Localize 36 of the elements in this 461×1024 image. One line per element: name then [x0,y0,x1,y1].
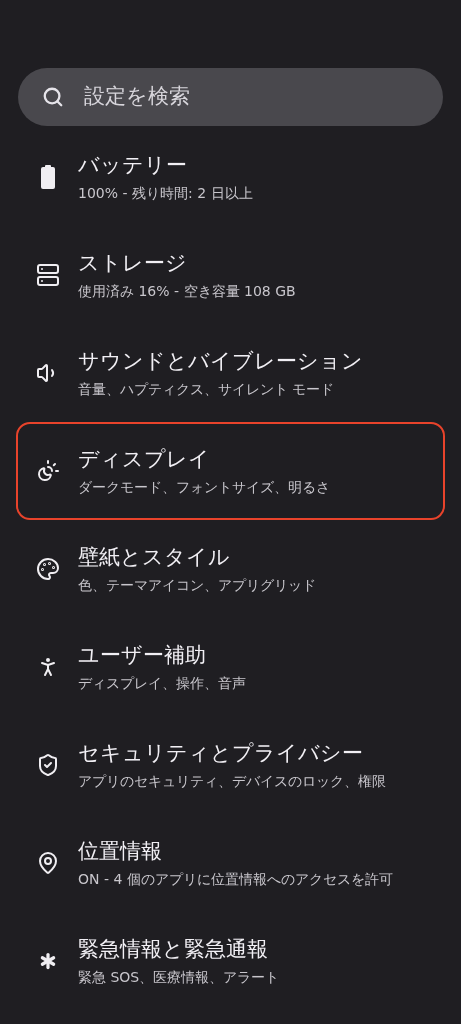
item-title: 壁紙とスタイル [78,544,231,571]
settings-item[interactable]: ストレージ 使用済み 16% - 空き容量 108 GB [16,226,445,324]
item-title: バッテリー [78,152,188,179]
item-subtitle: 音量、ハプティクス、サイレント モード [78,380,336,399]
storage-icon [36,263,60,287]
settings-item[interactable]: ユーザー補助 ディスプレイ、操作、音声 [16,618,445,716]
settings-item[interactable]: 位置情報 ON - 4 個のアプリに位置情報へのアクセスを許可 [16,814,445,912]
item-title: セキュリティとプライバシー [78,740,364,767]
item-subtitle: 緊急 SOS、医療情報、アラート [78,968,280,987]
settings-item[interactable]: セキュリティとプライバシー アプリのセキュリティ、デバイスのロック、権限 [16,716,445,814]
item-title: ユーザー補助 [78,642,207,669]
item-subtitle: ON - 4 個のアプリに位置情報へのアクセスを許可 [78,870,393,889]
item-subtitle: アプリのセキュリティ、デバイスのロック、権限 [78,772,386,791]
settings-item[interactable]: バッテリー 100% - 残り時間: 2 日以上 [16,128,445,226]
battery-icon [41,165,55,189]
search-field[interactable]: 設定を検索 [18,68,443,126]
settings-item[interactable]: 緊急情報と緊急通報 緊急 SOS、医療情報、アラート [16,912,445,1010]
item-title: ディスプレイ [78,446,211,473]
search-input[interactable]: 設定を検索 [84,81,384,113]
item-subtitle: 100% - 残り時間: 2 日以上 [78,184,253,203]
settings-item[interactable]: ディスプレイ ダークモード、フォントサイズ、明るさ [16,422,445,520]
item-title: 位置情報 [78,838,163,865]
palette-icon [36,557,60,581]
shield-check-icon [36,753,60,777]
item-title: 緊急情報と緊急通報 [78,936,269,963]
search-icon [42,86,64,108]
item-subtitle: ディスプレイ、操作、音声 [78,674,246,693]
item-title: ストレージ [78,250,188,277]
item-subtitle: ダークモード、フォントサイズ、明るさ [78,478,330,497]
item-subtitle: 使用済み 16% - 空き容量 108 GB [78,282,296,301]
settings-item[interactable]: 壁紙とスタイル 色、テーマアイコン、アプリグリッド [16,520,445,618]
settings-item[interactable]: サウンドとバイブレーション 音量、ハプティクス、サイレント モード [16,324,445,422]
item-title: サウンドとバイブレーション [78,348,363,375]
item-subtitle: 色、テーマアイコン、アプリグリッド [78,576,316,595]
location-pin-icon [36,851,60,875]
brightness-icon [36,459,60,483]
